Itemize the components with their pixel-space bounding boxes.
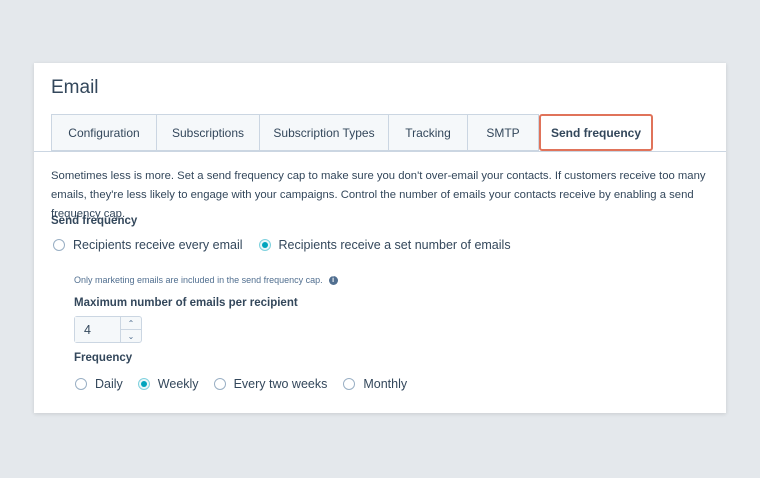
- help-text: Only marketing emails are included in th…: [74, 275, 338, 285]
- tab-send-frequency[interactable]: Send frequency: [539, 114, 653, 151]
- max-emails-label: Maximum number of emails per recipient: [74, 297, 298, 309]
- tab-subscriptions[interactable]: Subscriptions: [157, 114, 260, 151]
- radio-monthly[interactable]: Monthly: [343, 377, 407, 391]
- radio-every-two-weeks-circle[interactable]: [213, 378, 226, 390]
- send-frequency-label: Send frequency: [51, 215, 138, 227]
- radio-weekly-label[interactable]: Weekly: [158, 377, 199, 391]
- radio-weekly-circle[interactable]: [137, 378, 150, 390]
- max-emails-stepper: 4 ⌃ ⌄: [74, 316, 142, 343]
- radio-daily-label[interactable]: Daily: [95, 377, 123, 391]
- tab-subscription-types[interactable]: Subscription Types: [260, 114, 389, 151]
- radio-set-number-label[interactable]: Recipients receive a set number of email…: [279, 238, 511, 252]
- radio-monthly-label[interactable]: Monthly: [363, 377, 407, 391]
- settings-tabs: Configuration Subscriptions Subscription…: [51, 114, 653, 151]
- chevron-up-icon: ⌃: [127, 318, 135, 328]
- tab-configuration[interactable]: Configuration: [51, 114, 157, 151]
- radio-every-email-label[interactable]: Recipients receive every email: [73, 238, 243, 252]
- info-icon[interactable]: i: [328, 275, 338, 285]
- radio-set-number[interactable]: Recipients receive a set number of email…: [258, 238, 511, 252]
- radio-daily-circle[interactable]: [75, 378, 87, 390]
- frequency-options: Daily Weekly Every two weeks Monthly: [75, 377, 407, 391]
- tab-smtp[interactable]: SMTP: [468, 114, 539, 151]
- radio-set-number-circle[interactable]: [258, 239, 271, 251]
- radio-weekly[interactable]: Weekly: [137, 377, 199, 391]
- stepper-buttons: ⌃ ⌄: [120, 317, 141, 342]
- page-title: Email: [51, 77, 99, 98]
- settings-card: Email Configuration Subscriptions Subscr…: [34, 63, 726, 413]
- decrement-button[interactable]: ⌄: [121, 330, 141, 342]
- tab-tracking[interactable]: Tracking: [389, 114, 468, 151]
- help-text-label: Only marketing emails are included in th…: [74, 275, 323, 285]
- radio-daily[interactable]: Daily: [75, 377, 123, 391]
- chevron-down-icon: ⌄: [127, 331, 135, 341]
- increment-button[interactable]: ⌃: [121, 317, 141, 330]
- radio-monthly-circle[interactable]: [343, 378, 356, 390]
- send-frequency-description: Sometimes less is more. Set a send frequ…: [51, 170, 706, 220]
- radio-every-two-weeks-label[interactable]: Every two weeks: [234, 377, 328, 391]
- frequency-label: Frequency: [74, 352, 133, 364]
- radio-every-email[interactable]: Recipients receive every email: [53, 238, 243, 252]
- radio-every-two-weeks[interactable]: Every two weeks: [213, 377, 328, 391]
- max-emails-input[interactable]: 4: [75, 317, 120, 342]
- radio-every-email-circle[interactable]: [53, 239, 65, 251]
- tabs-divider: [34, 151, 726, 152]
- send-frequency-options: Recipients receive every email Recipient…: [53, 238, 511, 252]
